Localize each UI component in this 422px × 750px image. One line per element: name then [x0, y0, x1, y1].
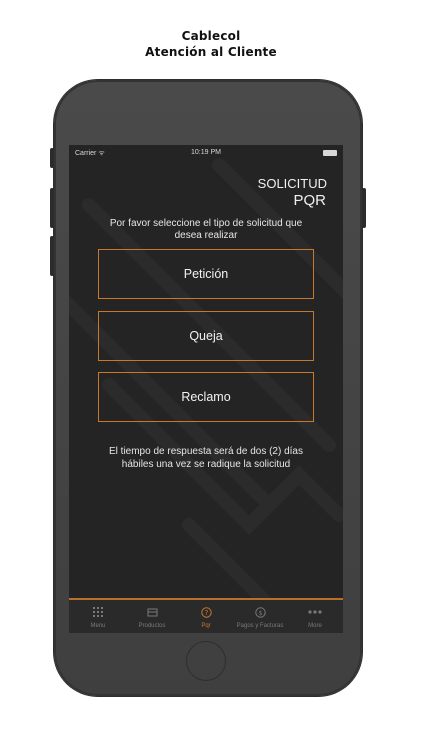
tab-label: Productos [138, 623, 166, 629]
status-bar: Carrier ᯤ 10:19 PM [69, 145, 343, 161]
page-title: SOLICITUD [257, 176, 327, 191]
tab-more[interactable]: More [299, 600, 331, 633]
tab-pqr[interactable]: ? Pqr [191, 600, 221, 633]
tab-pagos-facturas[interactable]: $ Pagos y Facturas [233, 600, 287, 633]
tab-menu[interactable]: Menu [79, 600, 117, 633]
tab-label: Menu [90, 623, 106, 629]
tab-productos[interactable]: Productos [131, 600, 173, 633]
question-circle-icon: ? [199, 605, 213, 619]
home-button[interactable] [186, 641, 226, 681]
peticion-button[interactable]: Petición [98, 249, 314, 299]
phone-screen: Carrier ᯤ 10:19 PM SOLICITUD PQR Por fav… [69, 145, 343, 633]
instructions-text: Por favor seleccione el tipo de solicitu… [109, 218, 303, 241]
clock: 10:19 PM [191, 149, 221, 156]
response-time-note: El tiempo de respuesta será de dos (2) d… [109, 446, 303, 470]
more-dots-icon [308, 605, 322, 619]
power-button [362, 188, 366, 228]
battery-icon [323, 150, 337, 156]
tab-label: More [308, 623, 322, 629]
box-icon [145, 605, 159, 619]
coin-icon: $ [253, 605, 267, 619]
page-title-sub: PQR [293, 192, 326, 209]
queja-button[interactable]: Queja [98, 311, 314, 361]
caption-app-name: Cablecol [181, 29, 241, 43]
tab-label: Pqr [201, 623, 211, 629]
tab-bar: Menu Productos ? Pqr $ Pagos y Facturas … [69, 598, 343, 633]
reclamo-button[interactable]: Reclamo [98, 372, 314, 422]
svg-text:?: ? [204, 609, 208, 617]
svg-text:$: $ [258, 610, 262, 617]
caption-subtitle: Atención al Cliente [145, 45, 277, 59]
grid-icon [91, 605, 105, 619]
tab-label: Pagos y Facturas [236, 623, 284, 629]
